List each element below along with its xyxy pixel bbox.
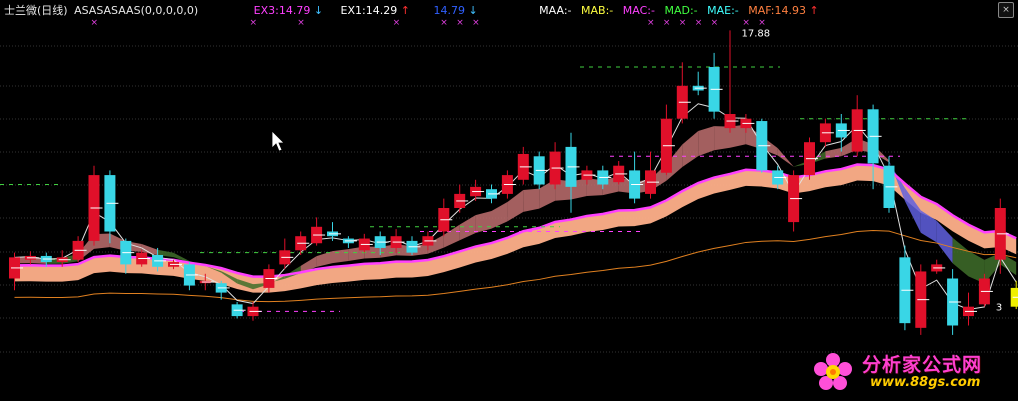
maa-value: MAA:- <box>539 4 572 17</box>
ex-value: 14.79 <box>433 4 465 17</box>
watermark-title: 分析家公式网 <box>862 354 983 376</box>
x-mark-4: × <box>440 18 448 28</box>
magenta-ma-line <box>14 163 1017 278</box>
x-mark-13: × <box>758 18 766 28</box>
cloud-segment-30 <box>491 202 508 229</box>
x-mark-0: × <box>91 18 99 28</box>
x-mark-7: × <box>647 18 655 28</box>
maf-arrow-icon: ↑ <box>809 4 819 17</box>
cloud-segment-42 <box>682 130 699 168</box>
x-mark-3: × <box>393 18 401 28</box>
mouse-cursor-icon <box>271 130 285 152</box>
x-mark-12: × <box>742 18 750 28</box>
x-mark-11: × <box>711 18 719 28</box>
site-watermark: 分析家公式网 www.88gs.com <box>812 347 1012 397</box>
ex3-value: EX3:14.79 <box>253 4 311 17</box>
close-button[interactable]: × <box>998 2 1014 18</box>
maf-value: MAF:14.93 <box>748 4 806 17</box>
ex3-arrow-icon: ↓ <box>313 4 324 17</box>
indicator-name: ASASASAAS(0,0,0,0,0) <box>74 4 199 17</box>
x-mark-8: × <box>663 18 671 28</box>
x-mark-2: × <box>297 18 305 28</box>
mae-value: MAE:- <box>707 4 739 17</box>
candles <box>9 30 1018 335</box>
cloud-segment-45 <box>730 124 746 148</box>
x-mark-10: × <box>695 18 703 28</box>
ex1-arrow-icon: ↑ <box>400 4 410 17</box>
annotation-0: 17.88 <box>742 28 771 39</box>
chart-header: 士兰微(日线) ASASASAAS(0,0,0,0,0) EX3:14.79 ↓… <box>4 3 819 19</box>
moving-average-bands <box>14 103 1017 310</box>
flower-logo-icon <box>814 353 852 390</box>
cloud-segment-28 <box>459 215 476 241</box>
annotation-1: 3 <box>996 302 1002 313</box>
cloud-segment-31 <box>507 190 524 222</box>
ex1-value: EX1:14.29 <box>340 4 398 17</box>
signal-marks: × × × × × × × × × × × × × × <box>91 18 766 28</box>
watermark-url: www.88gs.com <box>870 375 981 390</box>
cloud-segment-44 <box>714 126 730 151</box>
x-mark-1: × <box>250 18 258 28</box>
support-resistance-dashes <box>0 66 970 312</box>
cloud-segment-20 <box>332 249 349 264</box>
mad-value: MAD:- <box>664 4 698 17</box>
cloud-segment-51 <box>825 147 842 159</box>
stock-name: 士兰微(日线) <box>4 4 68 17</box>
cloud-segment-19 <box>316 251 333 267</box>
cloud-segment-29 <box>475 211 492 233</box>
grid-lines <box>0 45 1018 353</box>
mab-value: MAB:- <box>581 4 614 17</box>
cloud-segment-32 <box>523 188 540 212</box>
candlestick-chart: × × × × × × × × × × × × × × 17.88 3 <box>0 18 1018 353</box>
x-mark-6: × <box>472 18 480 28</box>
ex-value-arrow-icon: ↓ <box>468 4 478 17</box>
x-mark-5: × <box>456 18 464 28</box>
cloud-segment-48 <box>777 148 794 167</box>
cloud-segment-59 <box>952 237 969 277</box>
x-mark-9: × <box>679 18 687 28</box>
salmon-band <box>14 164 1017 293</box>
mac-value: MAC:- <box>622 4 655 17</box>
